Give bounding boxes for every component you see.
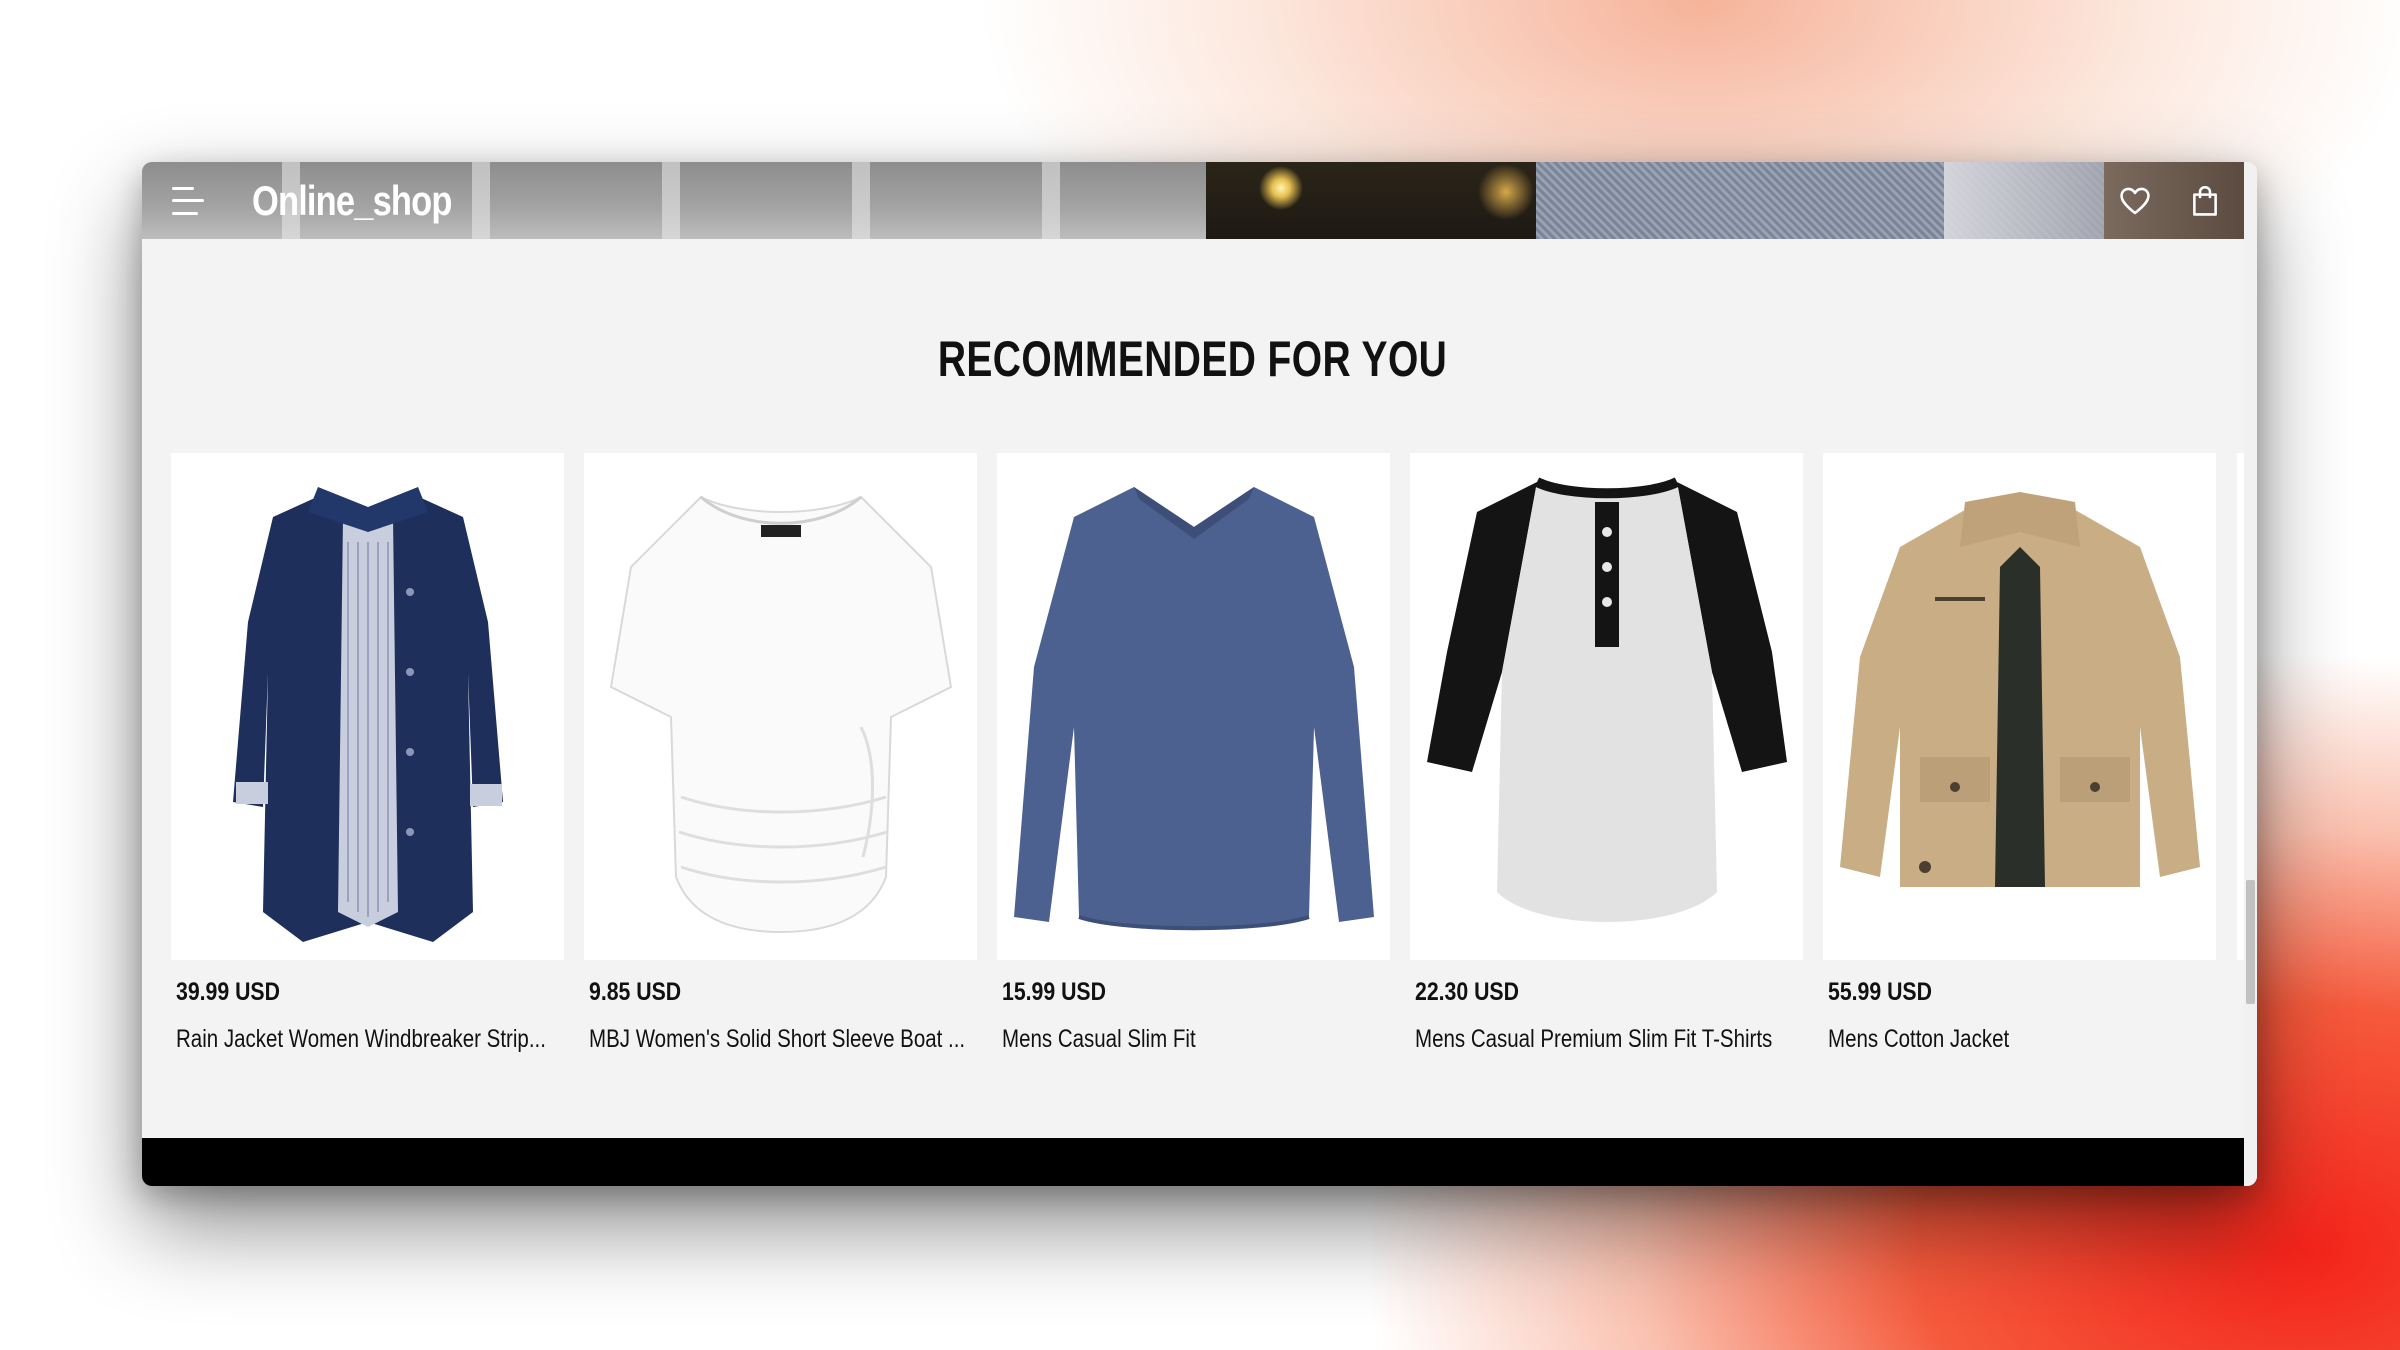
vertical-scrollbar[interactable] — [2244, 162, 2257, 1186]
site-header: Online_shop — [142, 162, 2244, 239]
product-card[interactable]: 9.85 USD MBJ Women's Solid Short Sleeve … — [584, 453, 977, 1054]
white-top-image — [609, 495, 952, 933]
cotton-jacket-image — [1839, 491, 2200, 887]
product-card[interactable]: 15.99 USD Mens Casual Slim Fit — [997, 453, 1390, 1054]
product-image[interactable] — [997, 453, 1390, 960]
hamburger-menu-icon[interactable] — [172, 186, 204, 215]
raglan-henley-image — [1426, 476, 1787, 922]
long-sleeve-tee-image — [1013, 486, 1374, 930]
product-card[interactable]: 55.99 USD Mens Cotton Jacket — [1823, 453, 2216, 1054]
product-name[interactable]: MBJ Women's Solid Short Sleeve Boat ... — [589, 1025, 965, 1054]
rain-jacket-image — [232, 486, 503, 942]
product-image[interactable] — [1823, 453, 2216, 960]
product-card[interactable]: 39.99 USD Rain Jacket Women Windbreaker … — [171, 453, 564, 1054]
product-name[interactable]: Mens Casual Slim Fit — [1002, 1025, 1320, 1054]
product-name[interactable]: Mens Casual Premium Slim Fit T-Shirts — [1415, 1025, 1772, 1054]
header-actions — [2118, 162, 2222, 239]
site-logo[interactable]: Online_shop — [252, 177, 452, 225]
footer — [142, 1138, 2244, 1186]
product-price: 55.99 USD — [1828, 978, 1932, 1006]
product-name[interactable]: Mens Cotton Jacket — [1828, 1025, 2146, 1054]
product-image[interactable] — [584, 453, 977, 960]
product-price: 39.99 USD — [176, 978, 280, 1006]
product-carousel: 39.99 USD Rain Jacket Women Windbreaker … — [171, 453, 2216, 1054]
section-title: RECOMMENDED FOR YOU — [938, 331, 1448, 387]
heart-icon[interactable] — [2118, 184, 2152, 218]
product-price: 15.99 USD — [1002, 978, 1106, 1006]
product-image[interactable] — [1410, 453, 1803, 960]
header-banner-image — [142, 162, 2244, 239]
product-price: 22.30 USD — [1415, 978, 1519, 1006]
product-image[interactable] — [171, 453, 564, 960]
product-price: 9.85 USD — [589, 978, 682, 1006]
product-card[interactable]: 22.30 USD Mens Casual Premium Slim Fit T… — [1410, 453, 1803, 1054]
browser-window: Online_shop RECOMMENDED FOR YOU 39.99 US… — [142, 162, 2257, 1186]
shopping-bag-icon[interactable] — [2188, 184, 2222, 218]
next-product-card-partial[interactable] — [2237, 453, 2244, 960]
product-name[interactable]: Rain Jacket Women Windbreaker Strip... — [176, 1025, 546, 1054]
scrollbar-thumb[interactable] — [2246, 880, 2255, 1004]
